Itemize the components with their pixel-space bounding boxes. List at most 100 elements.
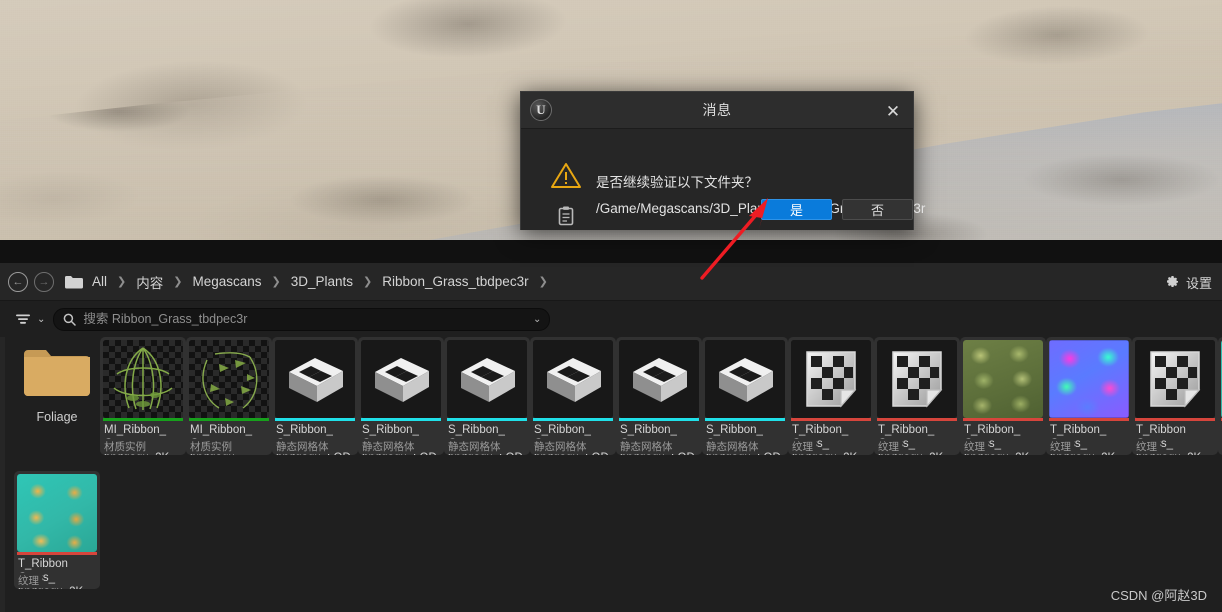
texture-placeholder-preview (1135, 340, 1215, 418)
asset-thumbnail (619, 340, 699, 418)
asset-card[interactable]: T_Ribbon_ Grass_ hndqagu_2K_D 纹理 (788, 337, 874, 455)
asset-meta: T_Ribbon Grass_ hndqagu_2K_OP 纹理 (14, 555, 100, 589)
asset-card[interactable]: T_Ribbon_ Grass_ hndqagu_2K 纹理 (1046, 337, 1132, 455)
asset-type-label: 材质实例 (190, 439, 235, 454)
asset-card[interactable]: T_Ribbon_ Grass_ hndqagu_2K 纹理 (960, 337, 1046, 455)
static-mesh-preview (619, 340, 699, 418)
asset-type-label: 静态网格体 (448, 439, 504, 454)
asset-type-label: 纹理 (964, 439, 988, 454)
content-browser-gap (0, 240, 1222, 263)
asset-thumbnail (877, 340, 957, 418)
asset-meta: T_Ribbon_ Grass_ hndqagu_2K_N 纹理 (874, 421, 960, 455)
asset-card[interactable]: S_Ribbon_ Grass_ hndqagu_LOD3 静态网格体 (530, 337, 616, 455)
dialog-message: 是否继续验证以下文件夹？ (596, 175, 758, 190)
asset-card[interactable]: S_Ribbon_ Grass_ hndqagu_LOD2 静态网格体 (444, 337, 530, 455)
albedo-texture-preview (963, 340, 1043, 418)
asset-meta: S_Ribbon_ Grass_ hndqagu_LOD0 静态网格体 (272, 421, 358, 455)
asset-meta: S_Ribbon_ Grass_ hndqagu_LOD5 静态网格体 (702, 421, 788, 455)
checker-texture-glyph (806, 351, 857, 408)
asset-meta: T_Ribbon_ Grass_ hndqagu_2K 纹理 (1046, 421, 1132, 455)
search-field[interactable]: ⌄ (53, 307, 551, 331)
asset-thumbnail (963, 340, 1043, 418)
dialog-body: 是否继续验证以下文件夹？ /Game/Megascans/3D_Plants/R… (521, 129, 925, 230)
asset-card[interactable]: S_Ribbon_ Grass_ hndqagu_LOD5 静态网格体 (702, 337, 788, 455)
asset-meta: S_Ribbon_ Grass_ hndqagu_LOD3 静态网格体 (530, 421, 616, 455)
asset-meta: S_Ribbon_ Grass_ hndqagu_LOD2 静态网格体 (444, 421, 530, 455)
asset-meta: T_Ribbon Grass_ hndqagu_2K_O 纹理 (1132, 421, 1218, 455)
texture-placeholder-preview (877, 340, 957, 418)
grid-left-rail (0, 337, 5, 612)
asset-thumbnail (447, 340, 527, 418)
static-mesh-preview (533, 340, 613, 418)
search-bar: ⌄ ⌄ (0, 301, 1222, 337)
asset-card[interactable]: S_Ribbon_ Grass_ hndqagu_LOD0 静态网格体 (272, 337, 358, 455)
asset-card[interactable]: T_Ribbon Grass_ hndqagu_2K_OP 纹理 (14, 471, 100, 589)
filter-icon[interactable] (14, 311, 32, 327)
dialog-title-bar: U 消息 ✕ (521, 92, 913, 129)
forward-icon[interactable]: → (34, 271, 54, 292)
asset-thumbnail (275, 340, 355, 418)
settings-button[interactable]: 设置 (1164, 263, 1212, 301)
asset-card[interactable]: S_Ribbon_ Grass_ hndqagu_LOD4 静态网格体 (616, 337, 702, 455)
asset-meta: T_Ribbon Grass_ hndqagu_2K_OP 纹理 (1218, 421, 1222, 455)
no-button[interactable]: 否 (842, 199, 913, 220)
folder-tile-foliage[interactable]: Foliage (14, 340, 100, 438)
asset-type-label: 纹理 (792, 439, 816, 454)
normal-map-preview (1049, 340, 1129, 418)
folder-icon (65, 275, 83, 288)
yes-button[interactable]: 是 (761, 199, 832, 220)
asset-card[interactable]: MI_Ribbon_ Grass_ hndqagu 材质实例 (186, 337, 272, 455)
breadcrumb-item-1[interactable]: 内容 (136, 272, 163, 292)
asset-meta: S_Ribbon_ Grass_ hndqagu_LOD4 静态网格体 (616, 421, 702, 455)
asset-meta: T_Ribbon_ Grass_ hndqagu_2K_D 纹理 (788, 421, 874, 455)
asset-meta: MI_Ribbon_ Grass_ hndqagu_2K 材质实例 (100, 421, 186, 455)
asset-type-label: 纹理 (1136, 439, 1160, 454)
asset-meta: S_Ribbon_ Grass_ hndqagu_LOD1 静态网格体 (358, 421, 444, 455)
settings-label: 设置 (1185, 275, 1212, 291)
breadcrumb-item-0[interactable]: All (92, 274, 107, 289)
asset-card[interactable]: MI_Ribbon_ Grass_ hndqagu_2K 材质实例 (100, 337, 186, 455)
breadcrumb-item-3[interactable]: 3D_Plants (291, 274, 353, 289)
asset-card[interactable]: T_Ribbon_ Grass_ hndqagu_2K_N 纹理 (874, 337, 960, 455)
asset-thumbnail (705, 340, 785, 418)
asset-meta: T_Ribbon_ Grass_ hndqagu_2K 纹理 (960, 421, 1046, 455)
cube-glyph (547, 358, 601, 402)
asset-type-label: 材质实例 (104, 439, 149, 454)
folder-label: Foliage (36, 410, 78, 424)
cube-glyph (633, 358, 687, 402)
asset-card[interactable]: T_Ribbon Grass_ hndqagu_2K_O 纹理 (1132, 337, 1218, 455)
static-mesh-preview (705, 340, 785, 418)
search-dropdown-icon[interactable]: ⌄ (533, 314, 541, 325)
asset-thumbnail (791, 340, 871, 418)
close-icon[interactable]: ✕ (881, 99, 905, 123)
asset-type-label: 静态网格体 (362, 439, 418, 454)
asset-type-label: 静态网格体 (706, 439, 762, 454)
breadcrumb-item-4[interactable]: Ribbon_Grass_tbdpec3r (382, 274, 528, 289)
back-icon[interactable]: ← (8, 271, 28, 292)
search-input[interactable] (76, 312, 529, 326)
unreal-logo-icon: U (530, 99, 552, 121)
warning-icon (551, 163, 581, 188)
search-icon (64, 313, 77, 326)
asset-type-label: 静态网格体 (276, 439, 332, 454)
cube-glyph (289, 358, 343, 402)
asset-grid[interactable]: Foliage MI_Ribbon_ Grass_ hndqagu_2K 材质实… (0, 337, 1222, 612)
message-dialog: U 消息 ✕ 是否继续验证以下文件夹？ /Game/Megascans/3D_P… (520, 91, 925, 230)
filter-caret-icon[interactable]: ⌄ (37, 314, 45, 325)
breadcrumb-separator: ❯ (117, 276, 127, 288)
asset-card[interactable]: S_Ribbon_ Grass_ hndqagu_LOD1 静态网格体 (358, 337, 444, 455)
breadcrumb-item-2[interactable]: Megascans (192, 274, 261, 289)
gear-icon (1166, 276, 1178, 287)
cube-glyph (719, 358, 773, 402)
unreal-editor-window: U 消息 ✕ 是否继续验证以下文件夹？ /Game/Megascans/3D_P… (0, 0, 1222, 612)
asset-card[interactable]: T_Ribbon Grass_ hndqagu_2K_OP 纹理 (1218, 337, 1222, 455)
cube-glyph (375, 358, 429, 402)
asset-type-label: 纹理 (878, 439, 902, 454)
dialog-button-row: 是 否 (761, 199, 913, 220)
asset-thumbnail (361, 340, 441, 418)
asset-thumbnail (1049, 340, 1129, 418)
asset-type-label: 纹理 (18, 573, 42, 588)
asset-thumbnail (103, 340, 183, 418)
material-sphere-preview (113, 347, 173, 410)
clipboard-icon[interactable] (555, 205, 577, 227)
